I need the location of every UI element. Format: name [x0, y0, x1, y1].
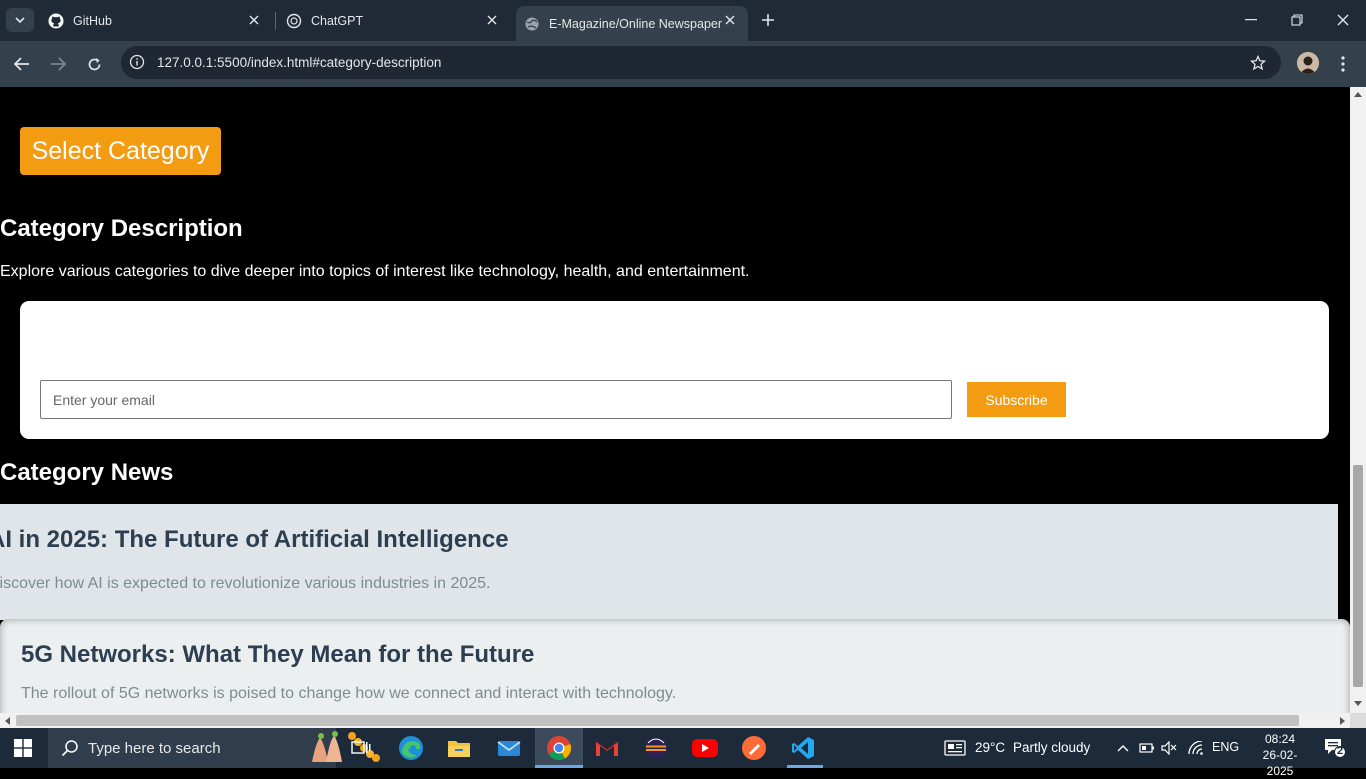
- search-icon: [61, 739, 79, 757]
- tab-emagazine[interactable]: E-Magazine/Online Newspaper: [516, 6, 748, 41]
- page-viewport: Select Category Category Description Exp…: [0, 87, 1350, 713]
- restore-icon: [1291, 14, 1303, 26]
- scrollbar-corner: [1350, 713, 1366, 728]
- chrome-icon[interactable]: [544, 734, 574, 762]
- reload-button[interactable]: [83, 53, 105, 75]
- close-icon[interactable]: [246, 12, 262, 28]
- weather-temperature[interactable]: 29°C: [975, 740, 1005, 755]
- news-card-summary: Discover how AI is expected to revolutio…: [0, 575, 491, 592]
- vscode-icon[interactable]: [788, 734, 818, 762]
- eclipse-ide-icon[interactable]: [641, 734, 671, 762]
- reload-icon: [88, 57, 100, 70]
- more-vert-icon: [1341, 56, 1345, 72]
- news-card[interactable]: AI in 2025: The Future of Artificial Int…: [0, 504, 1338, 620]
- news-card-title[interactable]: 5G Networks: What They Mean for the Futu…: [21, 641, 534, 669]
- file-explorer-icon[interactable]: [444, 734, 474, 762]
- select-category-button[interactable]: Select Category: [20, 127, 221, 175]
- chevron-down-icon: [15, 17, 25, 23]
- news-card-title[interactable]: AI in 2025: The Future of Artificial Int…: [0, 526, 509, 554]
- profile-avatar[interactable]: [1297, 52, 1319, 74]
- tab-title: ChatGPT: [311, 13, 364, 28]
- restore-button[interactable]: [1287, 10, 1307, 30]
- chatgpt-icon: [286, 13, 302, 29]
- chevron-up-icon[interactable]: [1115, 740, 1131, 756]
- plus-icon: [762, 14, 774, 26]
- category-news-heading: Category News: [0, 459, 174, 486]
- scroll-left-arrow-icon[interactable]: [3, 716, 11, 725]
- mail-icon[interactable]: [494, 734, 524, 762]
- minimize-icon: [1245, 19, 1257, 21]
- windows-start-icon[interactable]: [14, 739, 32, 757]
- system-clock[interactable]: 08:24 26-02-2025: [1250, 731, 1310, 779]
- minimize-button[interactable]: [1241, 10, 1261, 30]
- forward-button[interactable]: [47, 53, 69, 75]
- notification-count-badge: 2: [1336, 745, 1344, 757]
- youtube-icon[interactable]: [690, 734, 720, 762]
- weather-condition[interactable]: Partly cloudy: [1013, 740, 1090, 755]
- newsletter-card: Subscribe: [20, 301, 1329, 439]
- url-text: 127.0.0.1:5500/index.html#category-descr…: [157, 55, 442, 70]
- browser-tab-bar: GitHub ChatGPT E-Magazine/Online Newspap…: [0, 0, 1366, 41]
- battery-icon[interactable]: [1139, 740, 1155, 756]
- edge-browser-icon[interactable]: [396, 734, 426, 762]
- horizontal-scrollbar[interactable]: [0, 713, 1350, 728]
- close-icon: [1337, 14, 1349, 26]
- taskbar-search-box[interactable]: Type here to search: [48, 728, 380, 768]
- clock-date: 26-02-2025: [1262, 748, 1298, 778]
- back-button[interactable]: [11, 53, 33, 75]
- scroll-down-arrow-icon[interactable]: [1353, 699, 1363, 709]
- globe-icon: [524, 16, 540, 32]
- address-bar[interactable]: 127.0.0.1:5500/index.html#category-descr…: [121, 46, 1281, 79]
- horizontal-scroll-thumb[interactable]: [16, 715, 1299, 726]
- input-language[interactable]: ENG: [1212, 740, 1239, 754]
- github-icon: [48, 13, 64, 29]
- category-description-text: Explore various categories to dive deepe…: [0, 263, 750, 280]
- windows-taskbar: Type here to search 29°C Partly cloudy E…: [0, 728, 1366, 778]
- notification-center-icon[interactable]: 2: [1324, 738, 1346, 758]
- tab-search-button[interactable]: [6, 8, 34, 32]
- news-card-summary: The rollout of 5G networks is poised to …: [21, 685, 677, 702]
- close-icon[interactable]: [484, 12, 500, 28]
- news-card[interactable]: 5G Networks: What They Mean for the Futu…: [0, 619, 1350, 713]
- tab-title: GitHub: [73, 13, 112, 28]
- clock-time: 08:24: [1264, 732, 1296, 746]
- task-view-icon[interactable]: [346, 734, 376, 762]
- volume-muted-icon[interactable]: [1161, 740, 1177, 756]
- arrow-left-icon: [14, 57, 29, 71]
- category-description-heading: Category Description: [0, 215, 243, 242]
- postman-icon[interactable]: [739, 734, 769, 762]
- site-info-icon[interactable]: [129, 54, 145, 70]
- scroll-up-arrow-icon[interactable]: [1353, 89, 1363, 99]
- new-tab-button[interactable]: [758, 10, 778, 30]
- close-window-button[interactable]: [1333, 10, 1353, 30]
- arrow-right-icon: [51, 57, 66, 71]
- vertical-scroll-thumb[interactable]: [1353, 465, 1363, 687]
- scroll-right-arrow-icon[interactable]: [1339, 716, 1347, 725]
- browser-toolbar: 127.0.0.1:5500/index.html#category-descr…: [0, 41, 1366, 87]
- weather-news-icon[interactable]: [943, 739, 967, 757]
- search-placeholder: Type here to search: [88, 740, 221, 757]
- tab-separator: [275, 12, 276, 30]
- tab-title: E-Magazine/Online Newspaper: [549, 16, 723, 31]
- tab-github[interactable]: GitHub: [40, 6, 272, 35]
- email-input[interactable]: [40, 380, 952, 419]
- wifi-icon[interactable]: [1188, 740, 1204, 756]
- subscribe-button[interactable]: Subscribe: [967, 382, 1066, 417]
- close-icon[interactable]: [722, 12, 738, 28]
- bookmark-star-icon[interactable]: [1249, 54, 1267, 72]
- browser-menu-button[interactable]: [1336, 53, 1350, 75]
- tab-chatgpt[interactable]: ChatGPT: [278, 6, 510, 35]
- gmail-icon[interactable]: [592, 734, 622, 762]
- vertical-scrollbar[interactable]: [1350, 87, 1366, 713]
